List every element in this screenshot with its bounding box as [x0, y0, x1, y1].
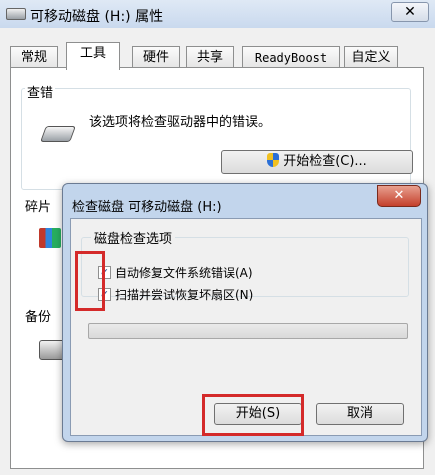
backup-heading: 备份	[25, 310, 52, 325]
uac-shield-icon	[267, 153, 280, 167]
check-progress-bar	[88, 323, 408, 339]
defrag-heading: 碎片	[25, 200, 52, 215]
tab-sharing[interactable]: 共享	[186, 46, 234, 69]
tab-readyboost[interactable]: ReadyBoost	[242, 46, 340, 69]
start-button-highlight-box	[202, 394, 304, 436]
error-check-group	[21, 88, 411, 190]
tab-tools[interactable]: 工具	[66, 42, 120, 70]
tab-general[interactable]: 常规	[10, 46, 58, 69]
error-check-description: 该选项将检查驱动器中的错误。	[89, 115, 272, 130]
dialog-close-button[interactable]: ✕	[377, 185, 421, 207]
scan-recover-label: 扫描并尝试恢复坏扇区(N)	[115, 288, 254, 302]
tab-customize[interactable]: 自定义	[344, 46, 398, 69]
disk-check-options-legend: 磁盘检查选项	[91, 228, 176, 247]
start-check-label: 开始检查(C)...	[283, 154, 367, 169]
removable-drive-icon	[6, 8, 26, 20]
window-title: 可移动磁盘 (H:) 属性	[30, 9, 164, 25]
window-close-button[interactable]: ✕	[391, 2, 429, 22]
checkbox-highlight-box	[75, 251, 105, 311]
defrag-icon	[39, 228, 61, 248]
error-check-heading: 查错	[25, 82, 56, 101]
hard-drive-icon	[40, 126, 76, 142]
auto-fix-label: 自动修复文件系统错误(A)	[115, 266, 253, 280]
dialog-title: 检查磁盘 可移动磁盘 (H:)	[72, 200, 222, 215]
properties-window-titlebar: 可移动磁盘 (H:) 属性 ✕	[0, 0, 435, 28]
cancel-button[interactable]: 取消	[316, 403, 404, 425]
tab-hardware[interactable]: 硬件	[132, 46, 180, 69]
start-check-button[interactable]: 开始检查(C)...	[221, 150, 413, 174]
